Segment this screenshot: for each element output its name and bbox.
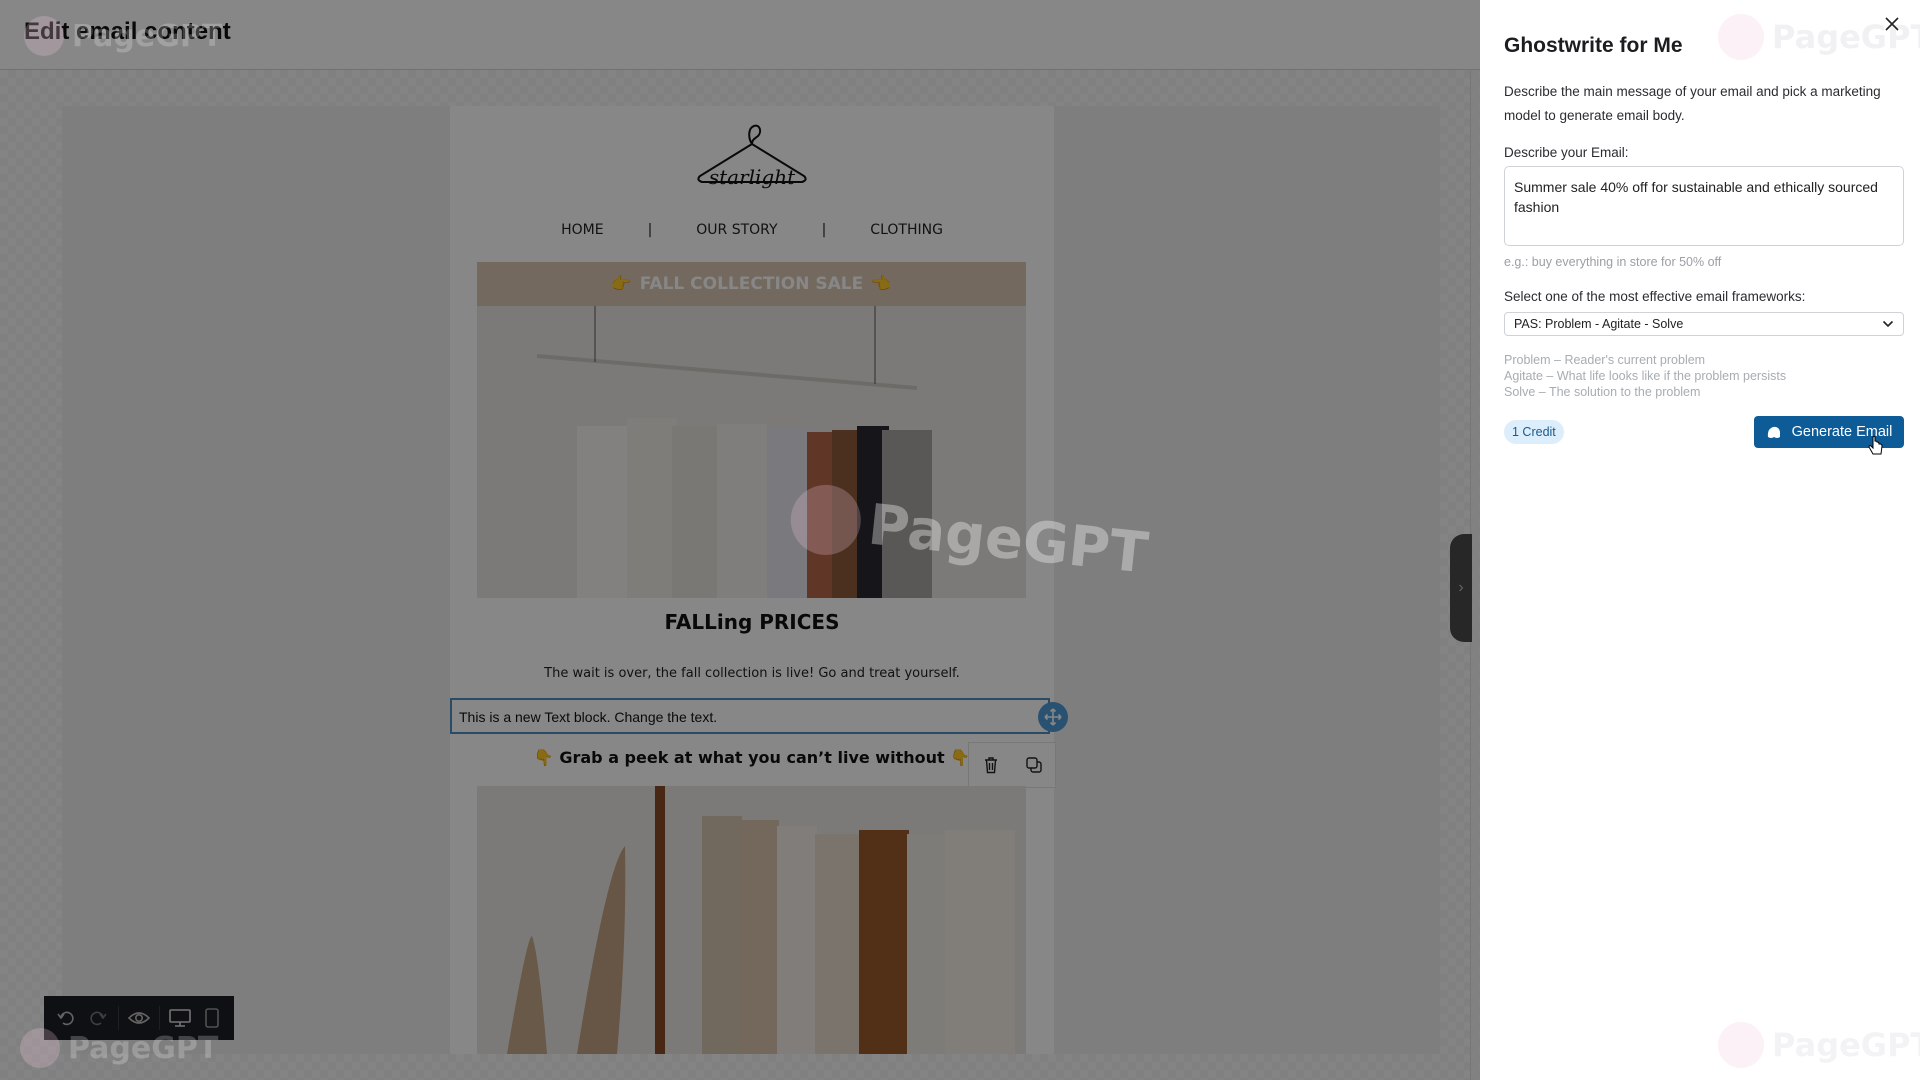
- chevron-down-icon: [1882, 320, 1894, 328]
- panel-title: Ghostwrite for Me: [1504, 34, 1683, 57]
- framework-step: Agitate – What life looks like if the pr…: [1504, 369, 1787, 383]
- watermark-text: PageGPT: [68, 1030, 219, 1066]
- email-description-label: Describe your Email:: [1504, 145, 1629, 160]
- close-icon: [1885, 17, 1899, 31]
- watermark-text: PageGPT: [865, 492, 1152, 587]
- modal-backdrop[interactable]: PageGPT PageGPT PageGPT: [0, 0, 1480, 1080]
- framework-description: Problem – Reader's current problem Agita…: [1504, 352, 1786, 400]
- watermark-logo-icon: [24, 16, 64, 56]
- watermark-logo-icon: [1718, 14, 1764, 60]
- credit-badge: 1 Credit: [1504, 420, 1564, 444]
- framework-step: Solve – The solution to the problem: [1504, 385, 1701, 399]
- framework-select[interactable]: PAS: Problem - Agitate - Solve: [1504, 312, 1904, 336]
- ghostwrite-panel: PageGPT PageGPT Ghostwrite for Me Descri…: [1480, 0, 1920, 1080]
- close-button[interactable]: [1882, 14, 1902, 34]
- watermark: PageGPT: [24, 16, 222, 56]
- framework-label: Select one of the most effective email f…: [1504, 289, 1806, 304]
- panel-description: Describe the main message of your email …: [1504, 84, 1881, 123]
- framework-selected-value: PAS: Problem - Agitate - Solve: [1514, 317, 1684, 331]
- email-description-input[interactable]: [1504, 166, 1904, 246]
- watermark: PageGPT: [1718, 1022, 1920, 1068]
- framework-step: Problem – Reader's current problem: [1504, 353, 1706, 367]
- watermark-logo-icon: [20, 1028, 60, 1068]
- watermark-logo-icon: [787, 481, 865, 559]
- ghost-icon: [1767, 426, 1780, 438]
- hand-cursor-icon: [1868, 436, 1883, 455]
- watermark-logo-icon: [1718, 1022, 1764, 1068]
- watermark: PageGPT: [787, 481, 1151, 588]
- watermark-text: PageGPT: [72, 18, 223, 54]
- email-description-hint: e.g.: buy everything in store for 50% of…: [1504, 255, 1722, 269]
- watermark: PageGPT: [20, 1028, 218, 1068]
- watermark-text: PageGPT: [1772, 1026, 1920, 1064]
